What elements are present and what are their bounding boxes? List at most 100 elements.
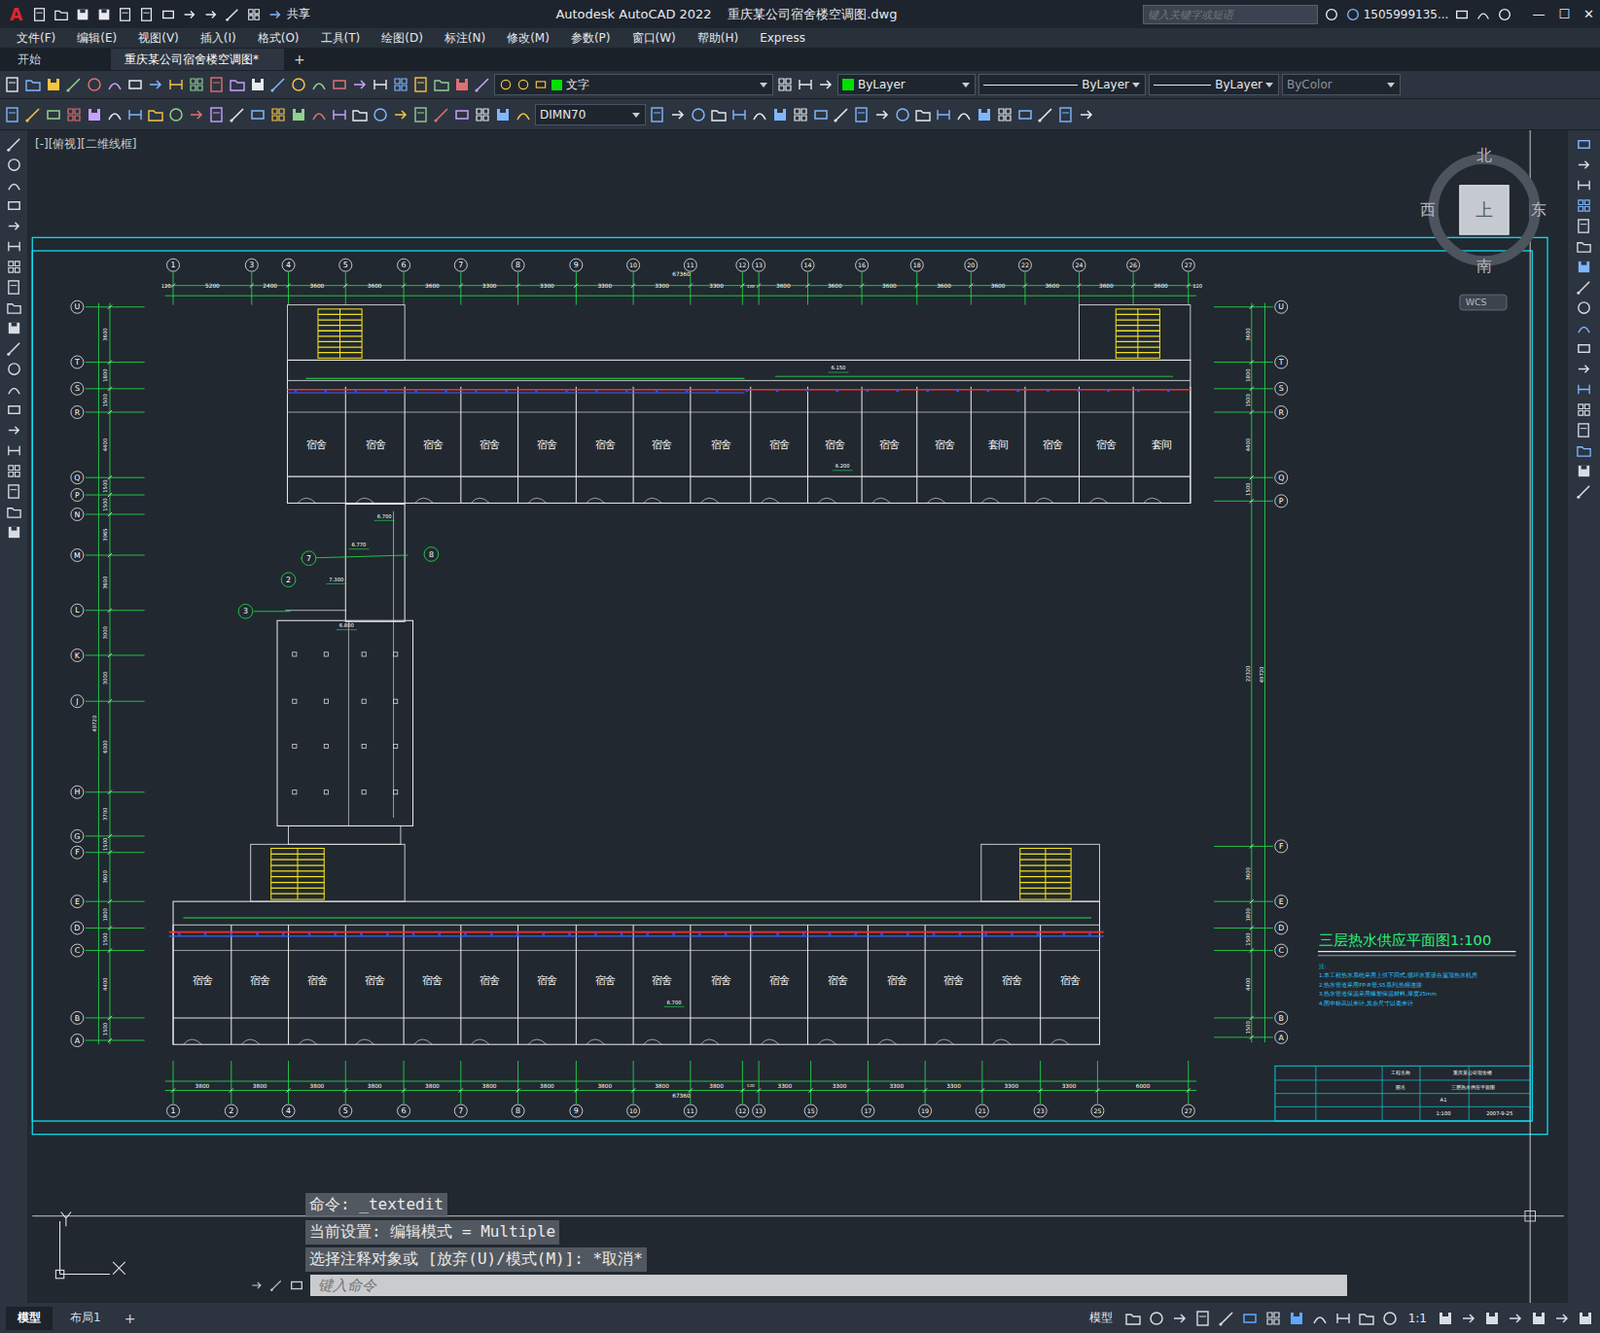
file-tab[interactable]: 重庆某公司宿舍楼空调图* <box>110 48 285 71</box>
modify-icon[interactable] <box>1575 462 1593 480</box>
dim-tool-icon[interactable] <box>330 106 349 124</box>
draw-tool-icon[interactable] <box>5 462 23 480</box>
dim-tool-icon[interactable] <box>351 106 369 124</box>
draw-tool-icon[interactable] <box>5 279 23 296</box>
window-control-button[interactable]: ✕ <box>1583 6 1595 22</box>
status-icon[interactable] <box>1459 1310 1478 1328</box>
menu-item[interactable]: 绘图(D) <box>370 30 434 47</box>
draw-tool-icon[interactable] <box>5 156 23 174</box>
modify-tool-icon[interactable] <box>1057 106 1075 124</box>
dim-tool-icon[interactable] <box>514 106 533 124</box>
modify-tool-icon[interactable] <box>934 106 953 124</box>
user-menu[interactable]: 1505999135... <box>1345 6 1450 23</box>
quick-access-icon[interactable] <box>224 6 241 23</box>
help-icon[interactable] <box>1496 6 1513 23</box>
tool-icon[interactable] <box>187 75 206 94</box>
tool-icon[interactable] <box>65 75 83 94</box>
quick-access-icon[interactable] <box>53 6 70 23</box>
tool-icon[interactable] <box>106 75 124 94</box>
share-button[interactable]: 共享 <box>267 5 311 23</box>
dim-tool-icon[interactable] <box>432 106 451 124</box>
draw-tool-icon[interactable] <box>5 320 23 337</box>
status-toggle-icon[interactable] <box>1264 1310 1282 1328</box>
dim-tool-icon[interactable] <box>371 106 390 124</box>
color-dropdown[interactable]: ByLayer <box>837 73 976 96</box>
menu-item[interactable]: 标注(N) <box>433 30 497 47</box>
modify-icon[interactable] <box>1575 360 1593 378</box>
draw-tool-icon[interactable] <box>5 360 23 378</box>
modify-icon[interactable] <box>1575 320 1593 337</box>
tool-icon[interactable] <box>453 75 471 94</box>
status-toggle-icon[interactable] <box>1381 1310 1399 1328</box>
modify-icon[interactable] <box>1575 136 1593 153</box>
tool-icon[interactable] <box>85 75 104 94</box>
tool-icon[interactable] <box>3 75 22 94</box>
modify-tool-icon[interactable] <box>955 106 973 124</box>
tool-icon[interactable] <box>310 75 328 94</box>
menu-item[interactable]: 文件(F) <box>5 30 67 47</box>
modify-icon[interactable] <box>1575 197 1593 214</box>
modify-icon[interactable] <box>1575 217 1593 235</box>
layer-tool-icon[interactable] <box>776 75 794 94</box>
draw-tool-icon[interactable] <box>5 524 23 541</box>
modify-tool-icon[interactable] <box>975 106 994 124</box>
modify-tool-icon[interactable] <box>710 106 728 124</box>
modify-icon[interactable] <box>1575 156 1593 174</box>
modify-tool-icon[interactable] <box>1077 106 1096 124</box>
status-toggle-icon[interactable] <box>1217 1310 1236 1328</box>
dim-tool-icon[interactable] <box>269 106 287 124</box>
command-input[interactable] <box>310 1275 1348 1297</box>
layout-tab[interactable]: 模型 <box>5 1307 53 1331</box>
search-icon[interactable] <box>1323 6 1340 23</box>
status-toggle-icon[interactable] <box>1241 1310 1259 1328</box>
draw-tool-icon[interactable] <box>5 422 23 439</box>
modify-tool-icon[interactable] <box>1016 106 1034 124</box>
draw-tool-icon[interactable] <box>5 483 23 500</box>
dim-tool-icon[interactable] <box>453 106 471 124</box>
layout-tab[interactable]: 布局1 <box>58 1307 113 1331</box>
dim-tool-icon[interactable] <box>228 106 247 124</box>
dim-tool-icon[interactable] <box>126 106 144 124</box>
modify-icon[interactable] <box>1575 381 1593 398</box>
dim-tool-icon[interactable] <box>289 106 308 124</box>
drawing[interactable]: 1345678910111213141618202224262752002400… <box>27 130 1568 1304</box>
account-icon[interactable] <box>1475 6 1492 23</box>
sun-icon[interactable] <box>516 77 531 92</box>
quick-access-icon[interactable] <box>117 6 134 23</box>
draw-tool-icon[interactable] <box>5 217 23 235</box>
modify-icon[interactable] <box>1575 422 1593 439</box>
draw-tool-icon[interactable] <box>5 197 23 214</box>
window-control-button[interactable]: — <box>1531 6 1545 22</box>
modify-tool-icon[interactable] <box>832 106 851 124</box>
layer-tool-icon[interactable] <box>817 75 835 94</box>
status-icon[interactable] <box>1529 1310 1548 1328</box>
modify-icon[interactable] <box>1575 279 1593 296</box>
app-logo[interactable]: A <box>5 4 27 25</box>
dim-tool-icon[interactable] <box>85 106 104 124</box>
lock-icon[interactable] <box>533 77 548 92</box>
tool-icon[interactable] <box>146 75 165 94</box>
modify-tool-icon[interactable] <box>995 106 1014 124</box>
quick-access-icon[interactable] <box>160 6 177 23</box>
modify-tool-icon[interactable] <box>771 106 789 124</box>
quick-access-icon[interactable] <box>96 6 112 23</box>
tool-icon[interactable] <box>248 75 267 94</box>
modify-icon[interactable] <box>1575 340 1593 357</box>
menu-item[interactable]: 编辑(E) <box>66 30 128 47</box>
dim-tool-icon[interactable] <box>167 106 185 124</box>
modify-icon[interactable] <box>1575 483 1593 500</box>
modify-tool-icon[interactable] <box>914 106 932 124</box>
dim-tool-icon[interactable] <box>44 106 63 124</box>
send-icon[interactable] <box>267 6 284 23</box>
drawing-canvas[interactable]: 1345678910111213141618202224262752002400… <box>27 130 1568 1304</box>
tool-icon[interactable] <box>208 75 226 94</box>
modify-tool-icon[interactable] <box>893 106 912 124</box>
dim-tool-icon[interactable] <box>391 106 410 124</box>
annotation-scale[interactable]: 1:1 <box>1404 1312 1431 1326</box>
modify-icon[interactable] <box>1575 299 1593 317</box>
layer-tool-icon[interactable] <box>796 75 815 94</box>
status-icon[interactable] <box>1553 1310 1571 1328</box>
draw-tool-icon[interactable] <box>5 136 23 153</box>
draw-tool-icon[interactable] <box>5 503 23 521</box>
tool-icon[interactable] <box>432 75 451 94</box>
